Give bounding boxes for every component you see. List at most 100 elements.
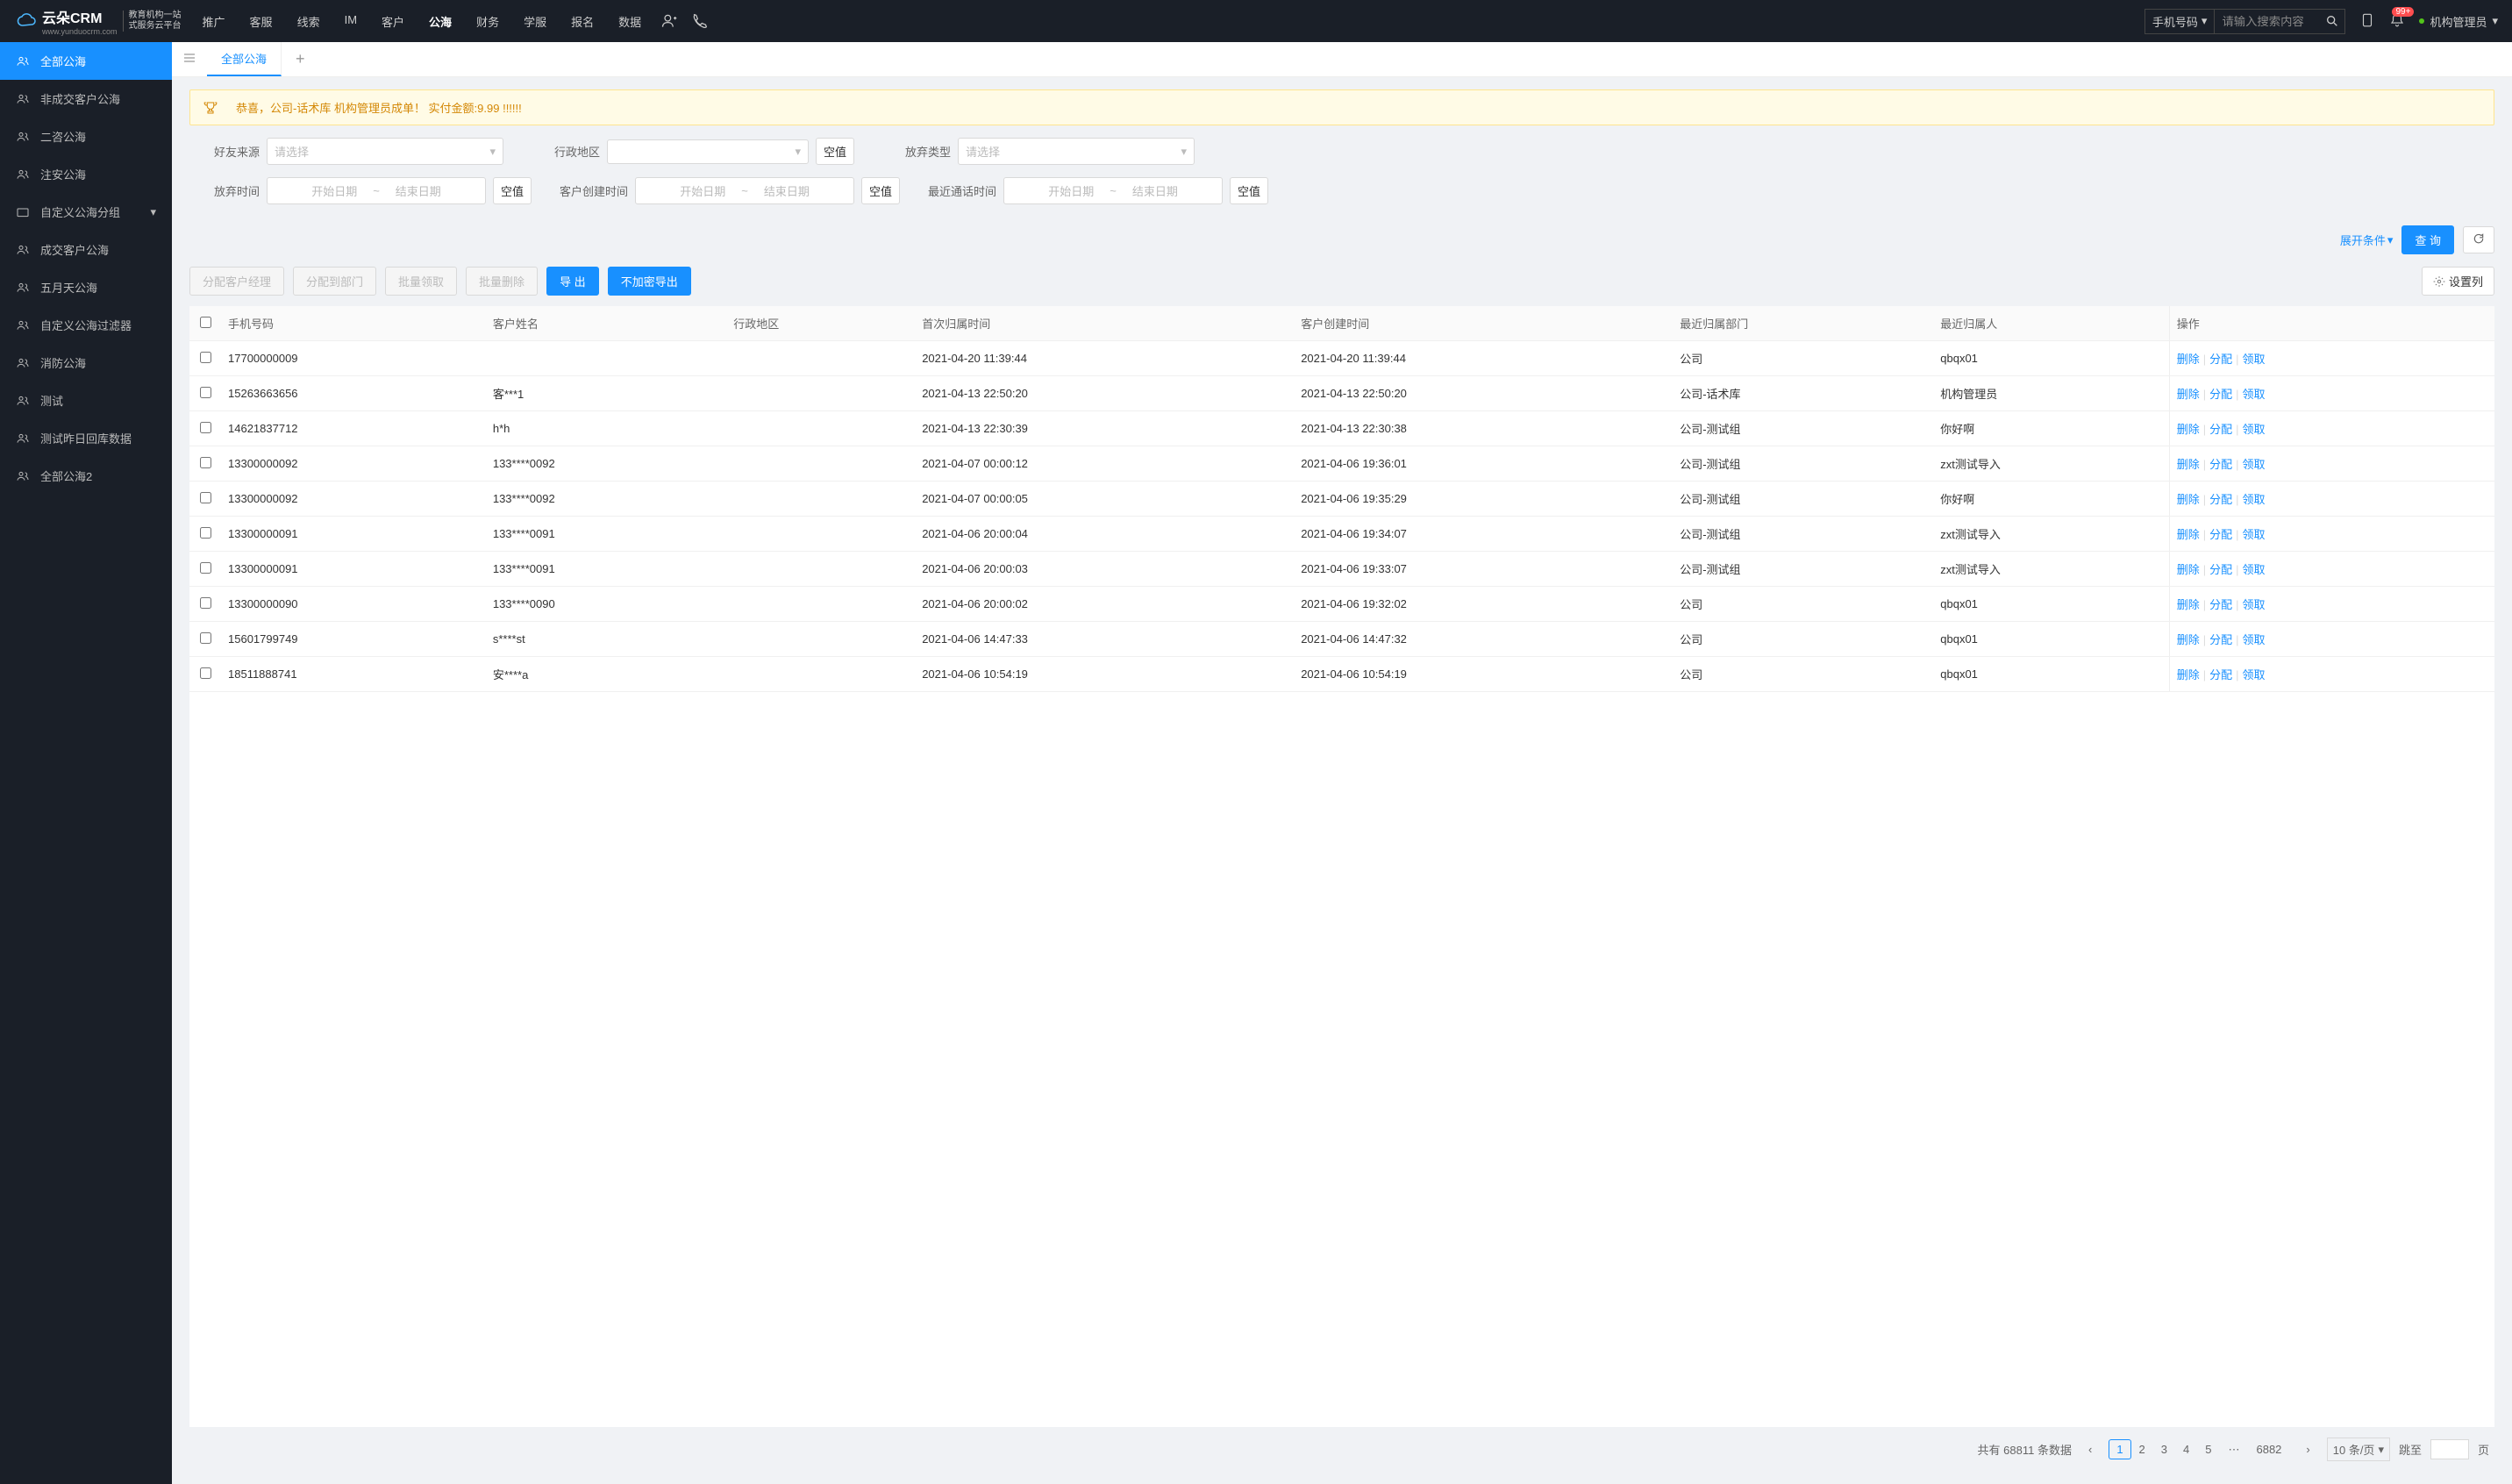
- page-next[interactable]: ›: [2298, 1439, 2317, 1459]
- query-button[interactable]: 查 询: [2401, 225, 2454, 254]
- region-select[interactable]: ▾: [607, 139, 809, 164]
- op-claim[interactable]: 领取: [2243, 423, 2266, 436]
- row-select[interactable]: [200, 562, 211, 574]
- add-user-icon[interactable]: [660, 12, 678, 30]
- row-select[interactable]: [200, 667, 211, 679]
- create-time-range[interactable]: 开始日期~结束日期: [635, 177, 854, 204]
- settings-columns-button[interactable]: 设置列: [2422, 267, 2494, 296]
- page-number[interactable]: 4: [2175, 1439, 2197, 1459]
- user-menu[interactable]: 机构管理员 ▾: [2419, 13, 2498, 30]
- op-assign[interactable]: 分配: [2209, 668, 2232, 681]
- op-assign[interactable]: 分配: [2209, 633, 2232, 646]
- sidebar-item[interactable]: 消防公海: [0, 344, 172, 382]
- op-assign[interactable]: 分配: [2209, 353, 2232, 366]
- sidebar-item[interactable]: 自定义公海分组▾: [0, 193, 172, 231]
- assign-dept-button[interactable]: 分配到部门: [293, 267, 376, 296]
- page-number[interactable]: 3: [2153, 1439, 2175, 1459]
- op-delete[interactable]: 删除: [2177, 633, 2200, 646]
- op-claim[interactable]: 领取: [2243, 528, 2266, 541]
- page-number[interactable]: 5: [2197, 1439, 2219, 1459]
- abandon-time-range[interactable]: 开始日期~结束日期: [267, 177, 486, 204]
- op-claim[interactable]: 领取: [2243, 493, 2266, 506]
- abandon-time-null[interactable]: 空值: [493, 177, 532, 204]
- search-input[interactable]: [2215, 11, 2320, 32]
- row-select[interactable]: [200, 597, 211, 609]
- op-delete[interactable]: 删除: [2177, 528, 2200, 541]
- op-claim[interactable]: 领取: [2243, 353, 2266, 366]
- select-all[interactable]: [200, 317, 211, 328]
- jump-input[interactable]: [2430, 1439, 2469, 1459]
- op-claim[interactable]: 领取: [2243, 563, 2266, 576]
- friend-source-select[interactable]: 请选择▾: [267, 138, 503, 165]
- op-claim[interactable]: 领取: [2243, 598, 2266, 611]
- op-assign[interactable]: 分配: [2209, 598, 2232, 611]
- nav-item[interactable]: 数据: [615, 13, 645, 30]
- page-number[interactable]: 2: [2131, 1439, 2153, 1459]
- op-claim[interactable]: 领取: [2243, 633, 2266, 646]
- nav-item[interactable]: 报名: [567, 13, 597, 30]
- op-assign[interactable]: 分配: [2209, 423, 2232, 436]
- op-delete[interactable]: 删除: [2177, 493, 2200, 506]
- tabs-list-icon[interactable]: [172, 51, 207, 68]
- tab-current[interactable]: 全部公海: [207, 42, 282, 76]
- sidebar-item[interactable]: 二咨公海: [0, 118, 172, 155]
- assign-mgr-button[interactable]: 分配客户经理: [189, 267, 284, 296]
- row-select[interactable]: [200, 492, 211, 503]
- sidebar-item[interactable]: 测试昨日回库数据: [0, 419, 172, 457]
- page-number[interactable]: 1: [2109, 1439, 2130, 1459]
- create-time-null[interactable]: 空值: [861, 177, 900, 204]
- page-prev[interactable]: ‹: [2080, 1439, 2100, 1459]
- sidebar-item[interactable]: 成交客户公海: [0, 231, 172, 268]
- row-select[interactable]: [200, 457, 211, 468]
- batch-claim-button[interactable]: 批量领取: [385, 267, 457, 296]
- export-plain-button[interactable]: 不加密导出: [608, 267, 691, 296]
- op-delete[interactable]: 删除: [2177, 353, 2200, 366]
- op-assign[interactable]: 分配: [2209, 528, 2232, 541]
- device-icon[interactable]: [2359, 12, 2375, 31]
- row-select[interactable]: [200, 352, 211, 363]
- op-claim[interactable]: 领取: [2243, 458, 2266, 471]
- op-delete[interactable]: 删除: [2177, 598, 2200, 611]
- export-button[interactable]: 导 出: [546, 267, 599, 296]
- expand-filters[interactable]: 展开条件 ▾: [2340, 232, 2394, 248]
- page-last[interactable]: 6882: [2248, 1439, 2289, 1459]
- row-select[interactable]: [200, 387, 211, 398]
- batch-del-button[interactable]: 批量删除: [466, 267, 538, 296]
- sidebar-item[interactable]: 测试: [0, 382, 172, 419]
- op-delete[interactable]: 删除: [2177, 668, 2200, 681]
- abandon-type-select[interactable]: 请选择▾: [958, 138, 1195, 165]
- sidebar-item[interactable]: 全部公海2: [0, 457, 172, 495]
- refresh-button[interactable]: [2463, 226, 2494, 253]
- op-delete[interactable]: 删除: [2177, 388, 2200, 401]
- nav-item[interactable]: 学服: [520, 13, 550, 30]
- search-icon[interactable]: [2325, 14, 2339, 28]
- page-size-select[interactable]: 10 条/页▾: [2327, 1438, 2390, 1461]
- sidebar-item[interactable]: 非成交客户公海: [0, 80, 172, 118]
- sidebar-item[interactable]: 全部公海: [0, 42, 172, 80]
- row-select[interactable]: [200, 632, 211, 644]
- phone-icon[interactable]: [690, 12, 708, 30]
- nav-item[interactable]: 线索: [294, 13, 324, 30]
- global-search[interactable]: 手机号码 ▾: [2144, 9, 2346, 34]
- op-assign[interactable]: 分配: [2209, 388, 2232, 401]
- row-select[interactable]: [200, 527, 211, 539]
- op-assign[interactable]: 分配: [2209, 563, 2232, 576]
- tab-add[interactable]: +: [282, 50, 319, 68]
- op-delete[interactable]: 删除: [2177, 563, 2200, 576]
- nav-item[interactable]: 公海: [425, 13, 455, 30]
- op-delete[interactable]: 删除: [2177, 423, 2200, 436]
- op-claim[interactable]: 领取: [2243, 668, 2266, 681]
- row-select[interactable]: [200, 422, 211, 433]
- nav-item[interactable]: 财务: [473, 13, 503, 30]
- call-time-null[interactable]: 空值: [1230, 177, 1268, 204]
- sidebar-item[interactable]: 注安公海: [0, 155, 172, 193]
- nav-item[interactable]: 客户: [378, 13, 408, 30]
- sidebar-item[interactable]: 自定义公海过滤器: [0, 306, 172, 344]
- op-assign[interactable]: 分配: [2209, 493, 2232, 506]
- nav-item[interactable]: IM: [341, 13, 360, 30]
- op-delete[interactable]: 删除: [2177, 458, 2200, 471]
- notification-icon[interactable]: 99+: [2389, 12, 2405, 31]
- call-time-range[interactable]: 开始日期~结束日期: [1003, 177, 1223, 204]
- nav-item[interactable]: 推广: [199, 13, 229, 30]
- region-null[interactable]: 空值: [816, 138, 854, 165]
